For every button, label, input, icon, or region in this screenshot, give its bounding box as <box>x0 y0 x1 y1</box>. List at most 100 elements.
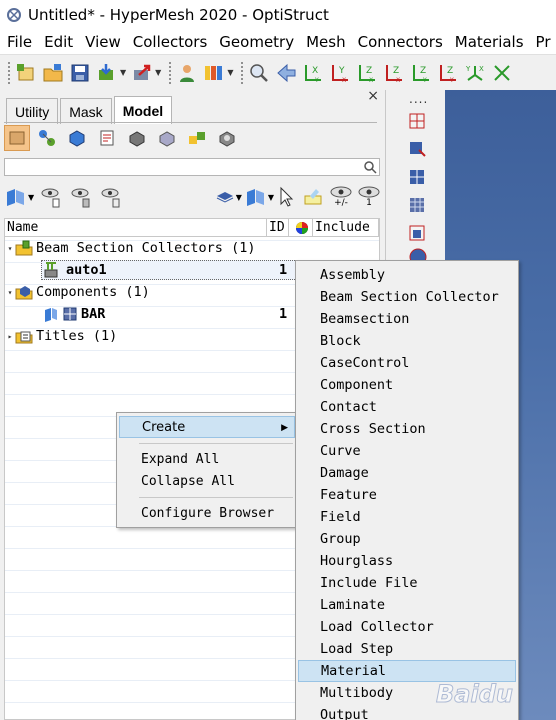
expand-toggle-icon[interactable]: ▾ <box>5 288 15 297</box>
view-yz-left-icon[interactable]: ZY <box>409 61 433 85</box>
submenu-item-casecontrol[interactable]: CaseControl <box>298 352 516 374</box>
svg-text:Z: Z <box>447 66 453 76</box>
include-view-button[interactable] <box>94 125 120 151</box>
menu-connectors[interactable]: Connectors <box>353 33 448 51</box>
view-xy-top-icon[interactable]: XY <box>301 61 325 85</box>
menu-file[interactable]: File <box>2 33 37 51</box>
submenu-item-include-file[interactable]: Include File <box>298 572 516 594</box>
tree-header: Name ID Include <box>5 219 379 237</box>
save-model-icon[interactable] <box>68 61 92 85</box>
mesh-fill-icon[interactable] <box>407 194 429 216</box>
menu-mesh[interactable]: Mesh <box>301 33 351 51</box>
browser-search-input[interactable] <box>4 158 380 176</box>
menu-view[interactable]: View <box>80 33 126 51</box>
submenu-item-component[interactable]: Component <box>298 374 516 396</box>
view-xy-bottom-icon[interactable]: YX <box>328 61 352 85</box>
material-view-button[interactable] <box>124 125 150 151</box>
export-dropdown-icon[interactable]: ▼ <box>155 68 161 77</box>
expand-toggle-icon[interactable]: ▸ <box>5 332 15 341</box>
property-view-button[interactable] <box>154 125 180 151</box>
view-yz-right-icon[interactable]: ZY <box>436 61 460 85</box>
expand-toggle-icon[interactable]: ▾ <box>5 244 15 253</box>
menu-item-collapse-all[interactable]: Collapse All <box>119 471 295 493</box>
strip-grip[interactable]: .... <box>409 92 428 106</box>
component-display-icon[interactable] <box>43 306 59 322</box>
submenu-item-beamsection[interactable]: Beamsection <box>298 308 516 330</box>
mesh-edit-icon[interactable] <box>407 110 429 132</box>
export-icon[interactable] <box>130 61 154 85</box>
zoom-icon[interactable] <box>247 61 271 85</box>
assembly-view-button[interactable] <box>34 125 60 151</box>
toolbar-grip-2[interactable] <box>168 60 173 85</box>
isolate-eye-icon[interactable] <box>100 185 124 209</box>
show-eye-icon[interactable] <box>40 185 64 209</box>
shading-mode-dropdown-icon[interactable]: ▼ <box>268 193 274 202</box>
submenu-item-curve[interactable]: Curve <box>298 440 516 462</box>
tab-mask[interactable]: Mask <box>60 98 112 124</box>
color-dropdown-icon[interactable]: ▼ <box>227 68 233 77</box>
submenu-item-contact[interactable]: Contact <box>298 396 516 418</box>
submenu-item-feature[interactable]: Feature <box>298 484 516 506</box>
tab-model[interactable]: Model <box>113 96 173 124</box>
highlight-icon[interactable] <box>302 186 324 208</box>
panel-close-icon[interactable]: × <box>367 88 379 104</box>
open-model-icon[interactable] <box>41 61 65 85</box>
submenu-item-group[interactable]: Group <box>298 528 516 550</box>
view-xz-back-icon[interactable]: ZX <box>382 61 406 85</box>
element-display-icon[interactable] <box>214 186 236 208</box>
menu-truncated[interactable]: Pr <box>531 33 556 51</box>
submenu-item-hourglass[interactable]: Hourglass <box>298 550 516 572</box>
menu-item-configure-browser[interactable]: Configure Browser <box>119 503 295 525</box>
element-display-dropdown-icon[interactable]: ▼ <box>236 193 242 202</box>
submenu-item-beam-section-collector[interactable]: Beam Section Collector <box>298 286 516 308</box>
submenu-item-load-collector[interactable]: Load Collector <box>298 616 516 638</box>
show-only-button[interactable]: 1 <box>358 186 380 208</box>
menu-collectors[interactable]: Collectors <box>128 33 213 51</box>
all-entities-button[interactable] <box>4 125 30 151</box>
tree-row-beam-section-collectors[interactable]: ▾ Beam Section Collectors (1) <box>5 237 379 259</box>
column-include-header[interactable]: Include <box>313 219 379 237</box>
import-dropdown-icon[interactable]: ▼ <box>120 68 126 77</box>
mesh-quality-icon[interactable] <box>407 222 429 244</box>
submenu-item-field[interactable]: Field <box>298 506 516 528</box>
submenu-item-block[interactable]: Block <box>298 330 516 352</box>
menu-item-create[interactable]: Create ▶ <box>119 416 295 438</box>
solver-view-button[interactable] <box>214 125 240 151</box>
title-bar: Untitled* - HyperMesh 2020 - OptiStruct <box>0 0 556 30</box>
column-name-header[interactable]: Name <box>5 219 267 237</box>
display-mode-dropdown-icon[interactable]: ▼ <box>28 193 34 202</box>
parts-view-button[interactable] <box>184 125 210 151</box>
menu-materials[interactable]: Materials <box>450 33 529 51</box>
color-palette-icon[interactable] <box>202 61 226 85</box>
hide-eye-icon[interactable] <box>70 185 94 209</box>
column-color-header[interactable] <box>289 219 313 237</box>
submenu-item-cross-section[interactable]: Cross Section <box>298 418 516 440</box>
previous-view-icon[interactable] <box>274 61 298 85</box>
shading-mode-icon[interactable] <box>244 185 268 209</box>
user-profile-icon[interactable] <box>175 61 199 85</box>
components-icon <box>15 284 33 300</box>
select-pointer-icon[interactable] <box>278 186 296 208</box>
display-mode-icon[interactable] <box>4 185 28 209</box>
view-iso-icon[interactable]: YX <box>463 61 487 85</box>
column-id-header[interactable]: ID <box>267 219 289 237</box>
submenu-item-load-step[interactable]: Load Step <box>298 638 516 660</box>
search-icon[interactable] <box>363 160 377 174</box>
mesh-split-icon[interactable] <box>407 138 429 160</box>
view-xz-front-icon[interactable]: ZX <box>355 61 379 85</box>
view-flip-icon[interactable] <box>490 61 514 85</box>
submenu-item-laminate[interactable]: Laminate <box>298 594 516 616</box>
new-model-icon[interactable] <box>14 61 38 85</box>
mesh-grid-icon[interactable] <box>407 166 429 188</box>
component-view-button[interactable] <box>64 125 90 151</box>
menu-item-expand-all[interactable]: Expand All <box>119 449 295 471</box>
submenu-item-damage[interactable]: Damage <box>298 462 516 484</box>
toolbar-grip[interactable] <box>7 60 11 85</box>
menu-edit[interactable]: Edit <box>39 33 78 51</box>
submenu-item-assembly[interactable]: Assembly <box>298 264 516 286</box>
tab-utility[interactable]: Utility <box>6 98 59 124</box>
menu-geometry[interactable]: Geometry <box>214 33 299 51</box>
import-icon[interactable] <box>95 61 119 85</box>
show-toggle-button[interactable]: +/- <box>330 186 352 208</box>
toolbar-grip-3[interactable] <box>240 60 245 85</box>
